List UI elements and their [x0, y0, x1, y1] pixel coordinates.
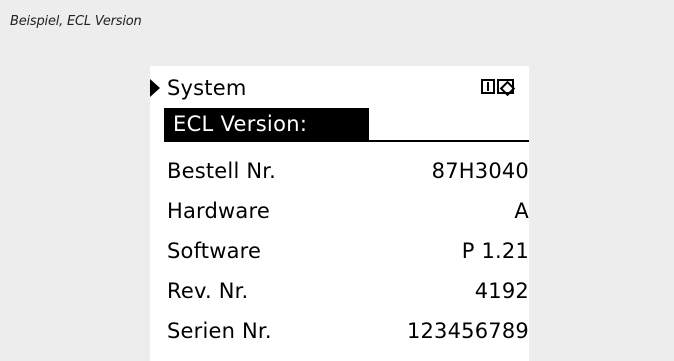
screen-split-icon-right	[497, 79, 514, 94]
figure-caption: Beispiel, ECL Version	[10, 14, 142, 29]
screen-split-icon-left	[481, 79, 495, 94]
info-label: Software	[167, 239, 262, 263]
info-label: Rev. Nr.	[167, 279, 249, 303]
screen-split-icon	[481, 79, 514, 94]
info-label: Bestell Nr.	[167, 159, 277, 183]
info-value: P 1.21	[461, 239, 529, 263]
info-row-order-number: Bestell Nr. 87H3040	[167, 158, 529, 198]
selection-arrow-icon	[150, 79, 160, 97]
info-value: A	[514, 199, 529, 223]
info-label: Hardware	[167, 199, 270, 223]
info-row-serial-number: Serien Nr. 123456789	[167, 318, 529, 358]
ecl-version-heading[interactable]: ECL Version:	[164, 108, 369, 140]
heading-divider	[164, 140, 529, 142]
info-row-hardware: Hardware A	[167, 198, 529, 238]
info-label: Serien Nr.	[167, 319, 272, 343]
info-value: 123456789	[406, 319, 529, 343]
info-row-software: Software P 1.21	[167, 238, 529, 278]
ecl-display: System ECL Version: Bestell Nr. 87H3040 …	[150, 66, 529, 361]
version-info-list: Bestell Nr. 87H3040 Hardware A Software …	[167, 158, 529, 358]
info-value: 4192	[474, 279, 529, 303]
example-panel: Beispiel, ECL Version System ECL Version…	[0, 0, 674, 361]
info-row-revision: Rev. Nr. 4192	[167, 278, 529, 318]
info-value: 87H3040	[431, 159, 529, 183]
menu-title: System	[167, 76, 247, 100]
